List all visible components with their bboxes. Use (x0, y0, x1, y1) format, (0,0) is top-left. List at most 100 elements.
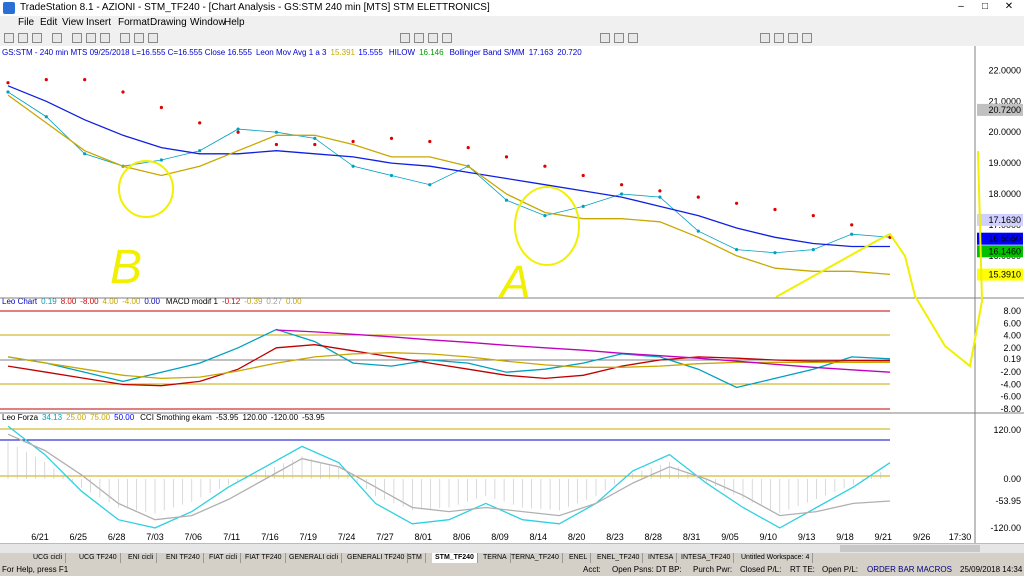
menu-bar: File Edit View Insert Format Drawing Win… (0, 16, 1024, 30)
rect-icon[interactable] (802, 33, 812, 43)
menu-format[interactable]: Format (118, 17, 150, 28)
minimize-icon[interactable]: – (950, 1, 972, 14)
menu-drawing[interactable]: Drawing (150, 17, 187, 28)
status-rt-te: RT TE: (790, 565, 815, 574)
tab-fiat-tf240[interactable]: FIAT TF240 (242, 553, 286, 563)
series-trendline-1 (276, 329, 891, 373)
trendline-icon[interactable] (442, 33, 452, 43)
tab-stm[interactable]: STM (404, 553, 426, 563)
print-icon[interactable] (52, 33, 62, 43)
price-label-text: 20.7200 (988, 105, 1021, 115)
x-tick-label: 8/01 (415, 532, 433, 542)
series-hilow-0-point (773, 207, 777, 212)
menu-edit[interactable]: Edit (40, 17, 57, 28)
forecast-path-annotation (775, 150, 984, 368)
line-icon[interactable] (148, 33, 158, 43)
series-close-0-line (7, 91, 891, 254)
tab-eni-cicli[interactable]: ENI cicli (125, 553, 158, 563)
forza-histogram (7, 441, 882, 514)
tradestation-app-icon (3, 2, 15, 14)
status-order-bar[interactable]: ORDER BAR MACROS (867, 565, 952, 574)
zoom-icon[interactable] (428, 33, 438, 43)
menu-insert[interactable]: Insert (86, 17, 111, 28)
circle-a-annotation (514, 186, 580, 266)
maximize-icon[interactable]: □ (974, 1, 996, 14)
tab-fiat-cicli[interactable]: FIAT cicli (206, 553, 242, 563)
status-purch-pwr: Purch Pwr: (693, 565, 733, 574)
triangle-icon[interactable] (774, 33, 784, 43)
tab-intesa[interactable]: INTESA (645, 553, 678, 563)
tab-terna[interactable]: TERNA (480, 553, 511, 563)
x-tick-label: 7/27 (376, 532, 394, 542)
flag-icon[interactable] (760, 33, 770, 43)
tab-intesa-tf240[interactable]: INTESA_TF240 (678, 553, 735, 563)
status-closed-pl: Closed P/L: (740, 565, 782, 574)
copy-icon[interactable] (86, 33, 96, 43)
tab-eni-tf240[interactable]: ENI TF240 (163, 553, 204, 563)
title-bar: TradeStation 8.1 - AZIONI - STM_TF240 - … (0, 0, 1024, 17)
price-panel-header: GS:STM - 240 min MTS 09/25/2018 L=16.555… (2, 48, 582, 57)
crosshair-icon[interactable] (414, 33, 424, 43)
tab-ucg-tf240[interactable]: UCG TF240 (76, 553, 121, 563)
status-datetime: 25/09/2018 14:34 (960, 565, 1023, 574)
arrow-icon[interactable] (628, 33, 638, 43)
x-tick-label: 9/21 (875, 532, 893, 542)
scrollbar-thumb[interactable] (840, 545, 980, 552)
price-label-text: 16.1460 (988, 246, 1021, 256)
tab-enel[interactable]: ENEL (566, 553, 592, 563)
x-tick-label: 7/11 (223, 532, 240, 542)
series-hilow-0-point (696, 195, 700, 199)
cursor-icon[interactable] (400, 33, 410, 43)
tab-stm-tf240[interactable]: STM_TF240 (432, 553, 478, 563)
save-icon[interactable] (32, 33, 42, 43)
tab-enel-tf240[interactable]: ENEL_TF240 (594, 553, 644, 563)
y-tick-label: 8.00 (1003, 306, 1021, 316)
forza-panel-series (7, 425, 891, 529)
text-icon[interactable] (614, 33, 624, 43)
cut-icon[interactable] (72, 33, 82, 43)
tab-terna-tf240[interactable]: TERNA_TF240 (508, 553, 563, 563)
x-tick-label: 9/26 (913, 532, 931, 542)
series-close-0 (6, 90, 892, 255)
series-leo-chart-1 (7, 328, 891, 389)
tab-ucg-cicli[interactable]: UCG cicli (30, 553, 67, 563)
series-hilow-0 (6, 78, 892, 239)
status-acct: Acct: (583, 565, 601, 574)
tab-generali-tf240[interactable]: GENERALI TF240 (344, 553, 409, 563)
new-icon[interactable] (4, 33, 14, 43)
y-tick-label: 2.00 (1003, 343, 1021, 353)
bar-icon[interactable] (134, 33, 144, 43)
series-hilow-0-point (850, 223, 854, 227)
chart-area[interactable]: GS:STM - 240 min MTS 09/25/2018 L=16.555… (0, 46, 1024, 543)
y-tick-label: 120.00 (993, 425, 1021, 435)
price-label-text: 15.3910 (988, 270, 1021, 280)
x-tick-label: 9/10 (760, 532, 778, 542)
y-tick-label: -8.00 (1000, 404, 1021, 414)
menu-view[interactable]: View (62, 17, 84, 28)
y-tick-label: 18.0000 (988, 189, 1021, 199)
yellow-annotations (118, 150, 984, 368)
ellipse-icon[interactable] (788, 33, 798, 43)
menu-help[interactable]: Help (224, 17, 245, 28)
fib-icon[interactable] (600, 33, 610, 43)
toolbar (0, 30, 1024, 47)
close-icon[interactable]: ✕ (998, 1, 1020, 14)
series-hilow-0-point (389, 136, 394, 140)
chart-icon[interactable] (120, 33, 130, 43)
y-tick-label: 19.0000 (988, 158, 1021, 168)
y-tick-label: 6.00 (1003, 318, 1021, 328)
tab-generali-cicli[interactable]: GENERALI cicli (286, 553, 343, 563)
series-hilow-0-point (121, 90, 125, 94)
paste-icon[interactable] (100, 33, 110, 43)
series-hilow-0-point (466, 146, 470, 150)
window-title: TradeStation 8.1 - AZIONI - STM_TF240 - … (20, 2, 490, 13)
window-controls: – □ ✕ (950, 1, 1020, 14)
x-tick-label: 8/06 (453, 532, 471, 542)
tab-untitled-workspace[interactable]: Untitled Workspace: 4 (738, 553, 814, 563)
series-hilow-0-point (274, 142, 278, 147)
x-tick-label: 7/19 (300, 532, 318, 542)
menu-window[interactable]: Window (190, 17, 226, 28)
series-hilow-0-point (198, 121, 202, 125)
menu-file[interactable]: File (18, 17, 34, 28)
open-icon[interactable] (18, 33, 28, 43)
